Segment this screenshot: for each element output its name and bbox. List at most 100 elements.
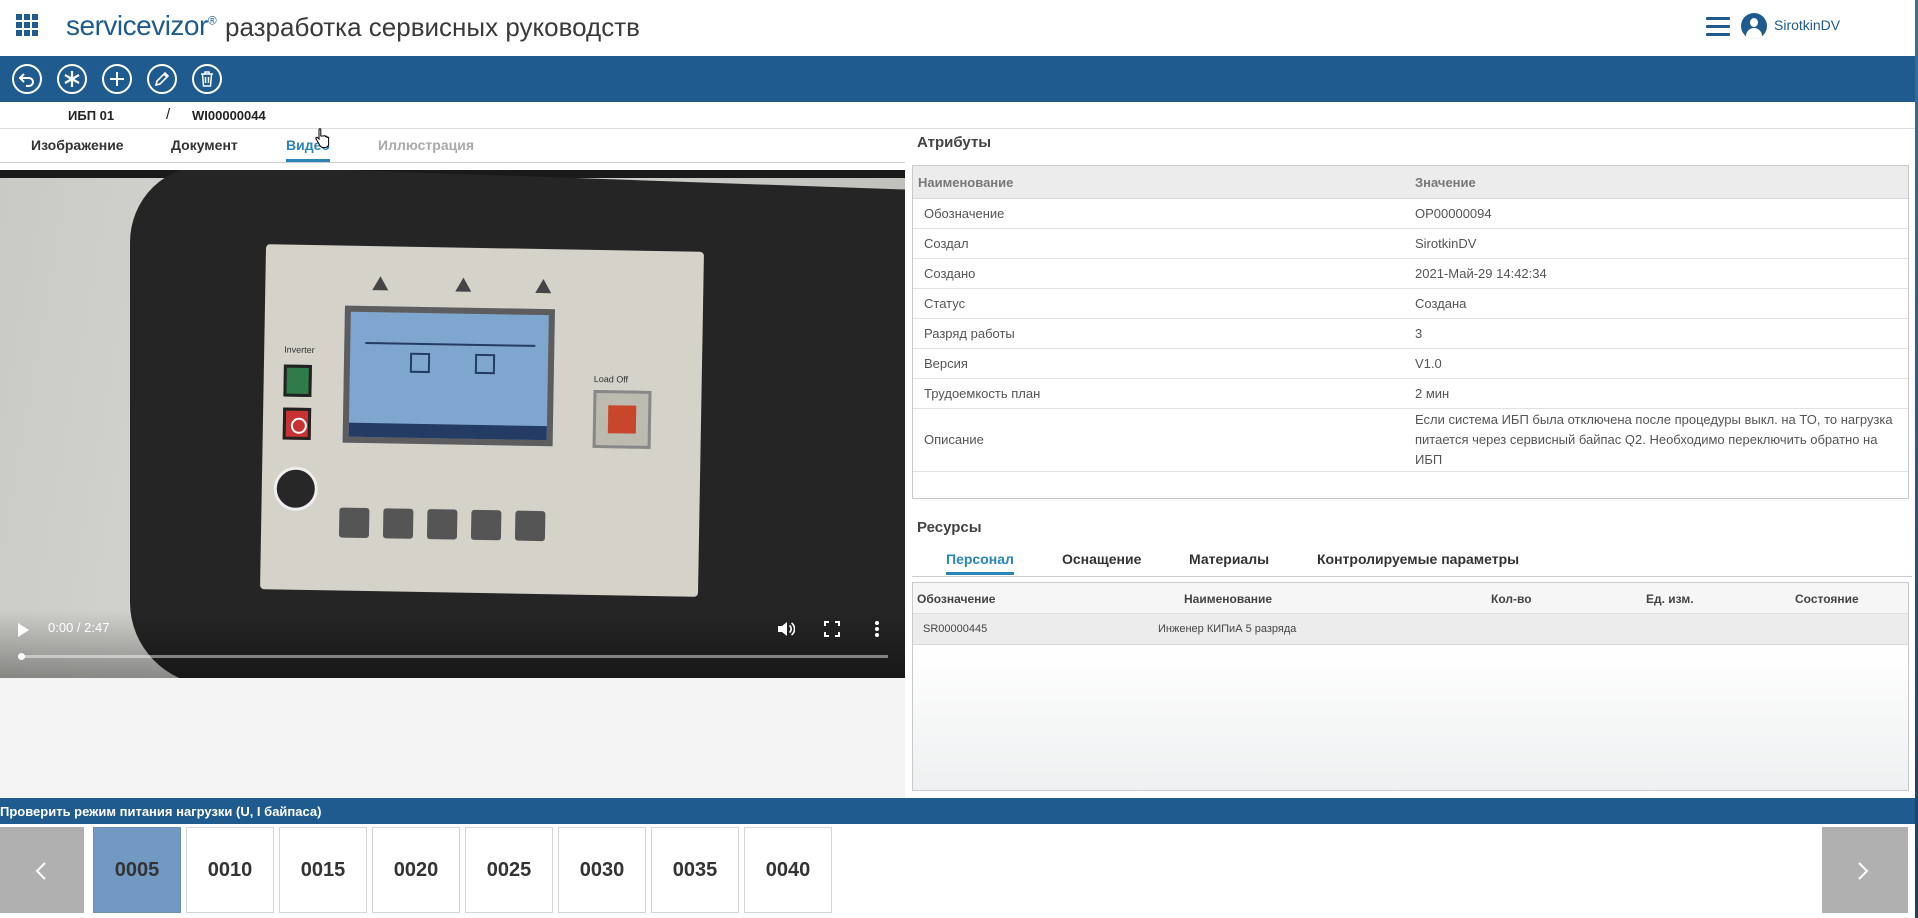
inverter-on-button xyxy=(283,364,312,398)
tab-image[interactable]: Изображение xyxy=(31,137,124,153)
resources-title: Ресурсы xyxy=(917,519,982,536)
attribute-key: Версия xyxy=(924,356,968,371)
resource-designation: SR00000445 xyxy=(923,623,988,635)
step-card[interactable]: 0015 xyxy=(279,827,367,913)
user-avatar-icon[interactable] xyxy=(1741,13,1767,39)
prev-step-button[interactable] xyxy=(0,827,84,913)
step-title: Проверить режим питания нагрузки (U, I б… xyxy=(0,804,322,819)
brand-logo: servicevizor® xyxy=(66,10,217,42)
undo-icon xyxy=(18,73,34,87)
asterisk-icon xyxy=(64,71,80,87)
sine-icon xyxy=(535,278,552,294)
video-progress-bar[interactable] xyxy=(18,653,888,660)
play-icon[interactable] xyxy=(18,623,29,637)
apps-grid-icon[interactable] xyxy=(16,14,38,36)
warning-icon xyxy=(372,276,389,291)
attribute-row: Создано 2021-Май-29 14:42:34 xyxy=(913,259,1908,289)
table-row[interactable]: SR00000445 Инженер КИПиА 5 разряда xyxy=(913,614,1908,645)
app-title: разработка сервисных руководств xyxy=(225,12,640,42)
asterisk-button[interactable] xyxy=(57,64,87,94)
step-card[interactable]: 0025 xyxy=(465,827,553,913)
resources-col-designation: Обозначение xyxy=(917,592,996,606)
attribute-key: Разряд работы xyxy=(924,326,1015,341)
video-frame-ups-panel: Inverter Load Off xyxy=(260,244,704,597)
step-card[interactable]: 0035 xyxy=(651,827,739,913)
step-card[interactable]: 0010 xyxy=(186,827,274,913)
attribute-value: OP00000094 xyxy=(1415,206,1492,221)
step-title-bar: Проверить режим питания нагрузки (U, I б… xyxy=(0,798,1915,824)
step-card[interactable]: 0005 xyxy=(93,827,181,913)
breadcrumb-object[interactable]: ИБП 01 xyxy=(68,108,114,123)
resources-col-name: Наименование xyxy=(1184,592,1273,606)
attributes-title: Атрибуты xyxy=(917,134,992,151)
resources-table: Обозначение Наименование Кол-во Ед. изм.… xyxy=(912,582,1909,791)
attribute-value: Если система ИБП была отключена после пр… xyxy=(1415,412,1893,467)
video-controls xyxy=(0,610,905,678)
edit-button[interactable] xyxy=(147,64,177,94)
warning-icon xyxy=(455,277,472,292)
step-card[interactable]: 0030 xyxy=(558,827,646,913)
video-time: 0:00 / 2:47 xyxy=(48,620,110,635)
toolbar xyxy=(0,56,1915,102)
plus-icon xyxy=(110,72,124,86)
panel-label-load-off: Load Off xyxy=(593,373,629,385)
attribute-key: Создано xyxy=(924,266,976,281)
breadcrumb-separator: / xyxy=(166,106,171,123)
left-empty-area xyxy=(0,678,905,798)
inverter-off-button xyxy=(282,407,312,441)
app-window: servicevizor® разработка сервисных руков… xyxy=(0,0,1915,918)
attributes-table: Наименование Значение Обозначение OP0000… xyxy=(912,165,1909,499)
attribute-key: Создал xyxy=(924,236,969,251)
brand-name: servicevizor xyxy=(66,10,208,41)
attribute-row: Разряд работы 3 xyxy=(913,319,1908,349)
panel-label-inverter: Inverter xyxy=(284,344,315,356)
video-progress-knob[interactable] xyxy=(18,653,25,660)
back-button[interactable] xyxy=(12,64,42,94)
volume-icon[interactable] xyxy=(777,621,795,637)
attribute-key: Обозначение xyxy=(924,206,1005,221)
attribute-value: 2021-Май-29 14:42:34 xyxy=(1415,266,1547,281)
hand-cursor-icon xyxy=(315,128,330,148)
attribute-row: Обозначение OP00000094 xyxy=(913,199,1908,229)
fullscreen-icon[interactable] xyxy=(824,621,840,637)
attribute-row: Трудоемкость план 2 мин xyxy=(913,379,1908,409)
more-options-icon[interactable] xyxy=(874,620,880,638)
tab-personnel[interactable]: Персонал xyxy=(946,551,1014,575)
breadcrumb: ИБП 01 / WI00000044 xyxy=(0,102,1915,129)
video-player[interactable]: Inverter Load Off 0:00 / 2:47 xyxy=(0,170,905,678)
attribute-row: Версия V1.0 xyxy=(913,349,1908,379)
media-tabs: Изображение Документ Видео Иллюстрация xyxy=(0,129,905,163)
attribute-row: Описание Если система ИБП была отключена… xyxy=(913,409,1908,472)
step-navigator: 0005 0010 0015 0020 0025 0030 0035 0040 xyxy=(0,824,1915,918)
tab-equipment[interactable]: Оснащение xyxy=(1062,551,1141,567)
ups-display xyxy=(342,305,555,447)
step-card[interactable]: 0040 xyxy=(744,827,832,913)
attributes-header: Наименование Значение xyxy=(913,166,1908,199)
attribute-key: Трудоемкость план xyxy=(924,386,1041,401)
add-button[interactable] xyxy=(102,64,132,94)
resources-tabs: Персонал Оснащение Материалы Контролируе… xyxy=(912,545,1912,577)
attribute-row: Статус Создана xyxy=(913,289,1908,319)
menu-icon[interactable] xyxy=(1706,17,1730,37)
attribute-key: Статус xyxy=(924,296,966,311)
chevron-right-icon xyxy=(1858,862,1869,880)
next-step-button[interactable] xyxy=(1822,827,1908,913)
resources-col-qty: Кол-во xyxy=(1491,592,1532,606)
tab-materials[interactable]: Материалы xyxy=(1189,551,1269,567)
step-card[interactable]: 0020 xyxy=(372,827,460,913)
breadcrumb-work-instruction[interactable]: WI00000044 xyxy=(192,108,266,123)
tab-illustration[interactable]: Иллюстрация xyxy=(378,137,474,153)
attribute-value: Создана xyxy=(1415,296,1467,311)
trash-icon xyxy=(201,71,213,87)
user-name[interactable]: SirotkinDV xyxy=(1774,17,1840,33)
attribute-value: 2 мин xyxy=(1415,386,1450,401)
resources-header: Обозначение Наименование Кол-во Ед. изм.… xyxy=(913,583,1908,614)
attributes-col-value: Значение xyxy=(1415,175,1476,190)
load-off-button xyxy=(592,389,652,449)
tab-controlled-parameters[interactable]: Контролируемые параметры xyxy=(1317,551,1519,567)
tab-document[interactable]: Документ xyxy=(171,137,238,153)
chevron-left-icon xyxy=(35,862,46,880)
attribute-value: 3 xyxy=(1415,326,1423,341)
attribute-value: SirotkinDV xyxy=(1415,236,1477,251)
delete-button[interactable] xyxy=(192,64,222,94)
